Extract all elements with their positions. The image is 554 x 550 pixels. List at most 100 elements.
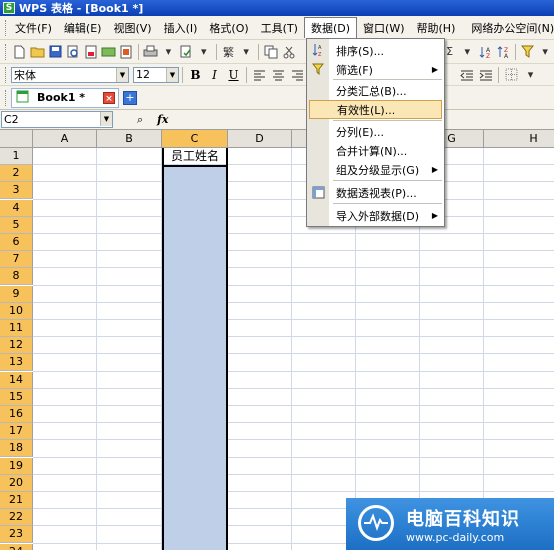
- toolbar-grip[interactable]: [5, 43, 8, 60]
- italic-button[interactable]: I: [205, 66, 224, 84]
- bold-button[interactable]: B: [186, 66, 205, 84]
- column-header-c[interactable]: C: [162, 130, 228, 148]
- grid-row-line: [33, 215, 554, 217]
- row-header-21[interactable]: 21: [0, 492, 33, 509]
- font-size-select[interactable]: 12 ▼: [133, 66, 179, 83]
- align-right-icon[interactable]: [289, 66, 306, 83]
- tabbar-grip[interactable]: [5, 89, 8, 106]
- row-header-1[interactable]: 1: [0, 148, 33, 165]
- row-header-19[interactable]: 19: [0, 457, 33, 475]
- sort-descending-icon[interactable]: ZA: [495, 43, 511, 60]
- new-file-icon[interactable]: [12, 43, 28, 60]
- chevron-down-icon[interactable]: ▼: [100, 112, 112, 126]
- row-header-22[interactable]: 22: [0, 509, 33, 527]
- menu-item-subtotal[interactable]: 分类汇总(B)...: [307, 81, 444, 100]
- mail-icon[interactable]: [100, 43, 116, 60]
- row-header-2[interactable]: 2: [0, 165, 33, 183]
- cut-icon[interactable]: [281, 43, 297, 60]
- close-tab-icon[interactable]: ×: [103, 91, 115, 104]
- menu-format[interactable]: 格式(O): [203, 18, 254, 38]
- toolbar-separator: [137, 43, 139, 60]
- menu-item-consolidate[interactable]: 合并计算(N)...: [307, 141, 444, 160]
- column-header-a[interactable]: A: [33, 130, 97, 148]
- save-icon[interactable]: [47, 43, 63, 60]
- decrease-indent-icon[interactable]: [458, 66, 475, 83]
- document-tab[interactable]: Book1 * ×: [11, 87, 119, 108]
- increase-indent-icon[interactable]: [477, 66, 494, 83]
- menu-item-group-outline[interactable]: 组及分级显示(G) ▶: [307, 160, 444, 179]
- print-dropdown-icon[interactable]: ▾: [161, 43, 177, 60]
- trad-dropdown-icon[interactable]: ▾: [238, 43, 254, 60]
- row-header-9[interactable]: 9: [0, 285, 33, 303]
- row-header-18[interactable]: 18: [0, 440, 33, 458]
- menu-data[interactable]: 数据(D): [303, 17, 358, 38]
- column-header-b[interactable]: B: [97, 130, 162, 148]
- print-icon[interactable]: [143, 43, 159, 60]
- menu-window[interactable]: 窗口(W): [357, 18, 410, 38]
- menubar-grip[interactable]: [5, 19, 6, 36]
- pdf-export-icon[interactable]: [83, 43, 99, 60]
- borders-icon[interactable]: [503, 66, 520, 83]
- search-function-icon[interactable]: ⌕: [137, 113, 143, 127]
- row-header-10[interactable]: 10: [0, 302, 33, 320]
- menu-file[interactable]: 文件(F): [9, 18, 58, 38]
- menu-item-text-to-columns[interactable]: 分列(E)...: [307, 122, 444, 141]
- column-header-d[interactable]: D: [228, 130, 292, 148]
- menu-help[interactable]: 帮助(H): [411, 18, 462, 38]
- row-header-14[interactable]: 14: [0, 371, 33, 389]
- menu-tools[interactable]: 工具(T): [255, 18, 304, 38]
- print-preview-icon[interactable]: [65, 43, 81, 60]
- open-folder-icon[interactable]: [30, 43, 46, 60]
- chevron-down-icon[interactable]: ▼: [116, 67, 128, 82]
- menu-item-import-external[interactable]: 导入外部数据(D) ▶: [307, 206, 444, 225]
- row-header-13[interactable]: 13: [0, 354, 33, 372]
- align-left-icon[interactable]: [251, 66, 268, 83]
- new-tab-icon[interactable]: +: [123, 90, 137, 105]
- row-header-15[interactable]: 15: [0, 388, 33, 406]
- select-all-corner[interactable]: [0, 130, 33, 148]
- row-header-11[interactable]: 11: [0, 320, 33, 337]
- autofilter-icon[interactable]: [520, 43, 536, 60]
- menu-insert[interactable]: 插入(I): [158, 18, 204, 38]
- row-header-16[interactable]: 16: [0, 406, 33, 423]
- sort-ascending-icon[interactable]: AZ: [477, 43, 493, 60]
- grid-row-line: [33, 181, 554, 183]
- document-convert-icon[interactable]: [118, 43, 134, 60]
- autofilter-dropdown-icon[interactable]: ▾: [537, 43, 553, 60]
- selected-range[interactable]: [162, 165, 228, 550]
- spreadsheet-grid[interactable]: ABCDEFGH 1234567891011121314151617181920…: [0, 130, 554, 550]
- underline-button[interactable]: U: [224, 66, 243, 84]
- insert-function-button[interactable]: fx: [157, 113, 168, 126]
- name-box[interactable]: C2 ▼: [1, 111, 113, 128]
- copy-icon[interactable]: [263, 43, 279, 60]
- menu-network-office[interactable]: 网络办公空间(N) ▾: [465, 18, 554, 38]
- row-header-7[interactable]: 7: [0, 251, 33, 269]
- row-header-24[interactable]: 24: [0, 543, 33, 550]
- row-header-5[interactable]: 5: [0, 216, 33, 234]
- autosum-dropdown-icon[interactable]: ▾: [459, 43, 475, 60]
- row-header-17[interactable]: 17: [0, 423, 33, 441]
- spell-dropdown-icon[interactable]: ▾: [196, 43, 212, 60]
- row-header-6[interactable]: 6: [0, 234, 33, 251]
- chevron-down-icon[interactable]: ▼: [166, 67, 178, 82]
- menu-item-validation[interactable]: 有效性(L)...: [309, 100, 442, 119]
- traditional-chinese-button[interactable]: 繁: [221, 43, 237, 60]
- column-header-h[interactable]: H: [484, 130, 554, 148]
- toolbar-grip[interactable]: [5, 66, 8, 83]
- row-header-12[interactable]: 12: [0, 337, 33, 355]
- menu-item-pivot-table[interactable]: 数据透视表(P)...: [307, 183, 444, 202]
- row-header-8[interactable]: 8: [0, 268, 33, 286]
- row-header-23[interactable]: 23: [0, 526, 33, 544]
- menu-item-sort[interactable]: AZ 排序(S)...: [307, 41, 444, 60]
- align-center-icon[interactable]: [270, 66, 287, 83]
- font-name-select[interactable]: 宋体 ▼: [11, 66, 129, 83]
- cell-c1[interactable]: 员工姓名: [162, 148, 228, 165]
- row-header-20[interactable]: 20: [0, 474, 33, 492]
- spell-check-icon[interactable]: [178, 43, 194, 60]
- row-header-4[interactable]: 4: [0, 199, 33, 217]
- borders-dropdown-icon[interactable]: ▾: [522, 66, 539, 83]
- menu-item-filter[interactable]: 筛选(F) ▶: [307, 60, 444, 79]
- menu-view[interactable]: 视图(V): [107, 18, 157, 38]
- row-header-3[interactable]: 3: [0, 182, 33, 200]
- menu-edit[interactable]: 编辑(E): [58, 18, 108, 38]
